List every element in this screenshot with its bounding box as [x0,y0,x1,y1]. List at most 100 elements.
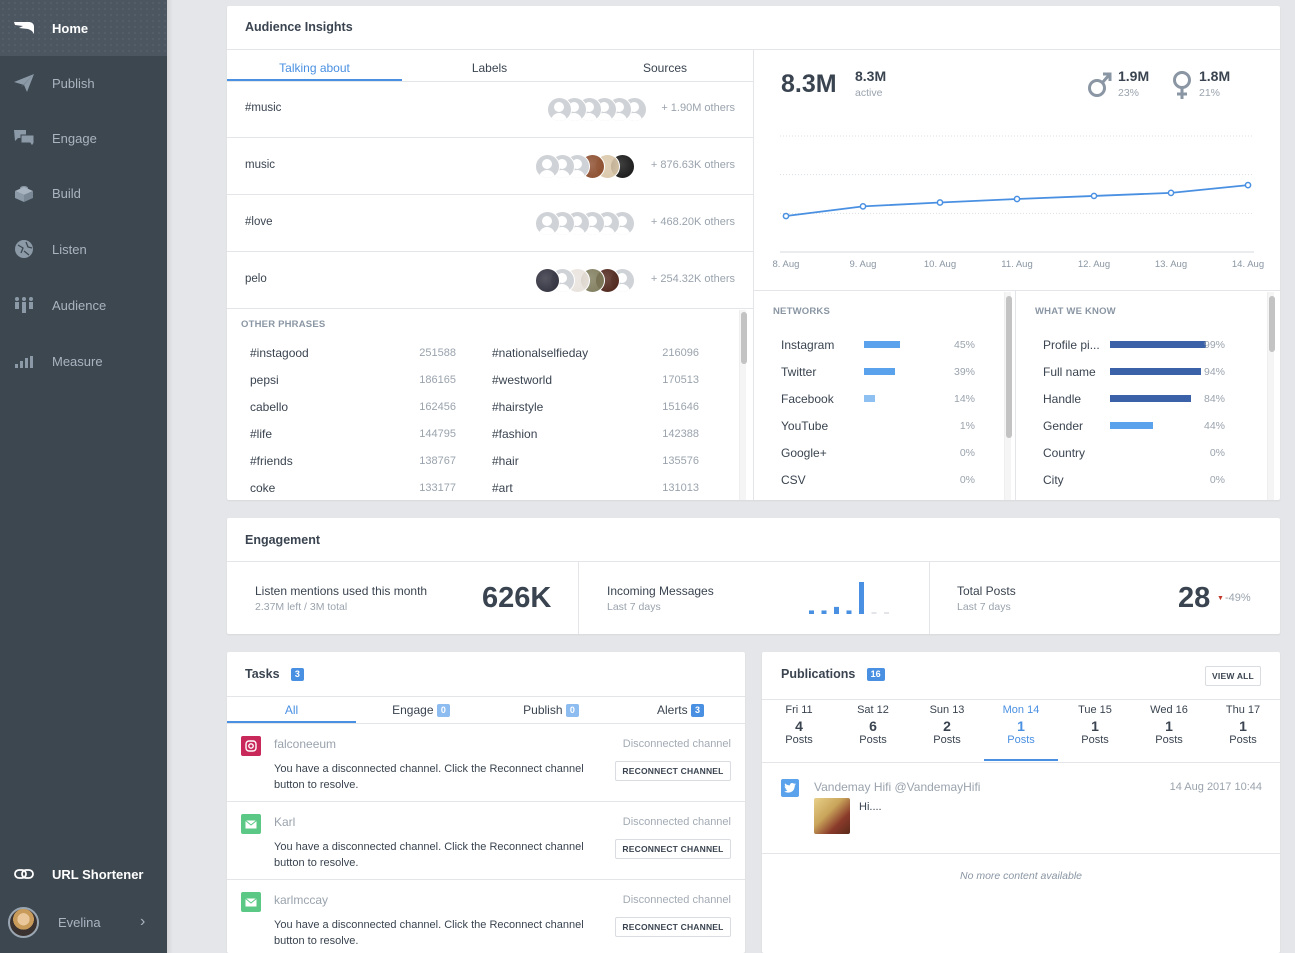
day-tab[interactable]: Wed 16 1 Posts [1132,704,1206,746]
task-item: falconeeum Disconnected channel You have a… [227,724,745,802]
day-post-count: 1 [1017,718,1025,734]
task-item: Karl Disconnected channel You have a disco… [227,802,745,880]
wing-logo-icon [12,16,36,40]
sidebar-item-measure[interactable]: Measure [0,333,167,389]
view-all-button[interactable]: VIEW ALL [1205,666,1261,686]
phrase-term[interactable]: #nationalselfieday [492,346,588,360]
phrase-term[interactable]: #hair [492,454,519,468]
reconnect-channel-button[interactable]: RECONNECT CHANNEL [615,761,731,781]
task-status: Disconnected channel [622,816,731,828]
email-icon [241,892,261,912]
term-label: #music [245,102,282,114]
reconnect-channel-button[interactable]: RECONNECT CHANNEL [615,917,731,937]
section-title: WHAT WE KNOW [1035,306,1116,317]
total-posts-label: Total Posts [957,584,1016,598]
avatar-stack [535,268,636,293]
data-point[interactable] [1013,195,1021,203]
publications-card: Publications 16 VIEW ALL Fri 11 4 Posts Sat… [762,652,1280,953]
phrase-term[interactable]: pepsi [250,373,279,387]
what-we-know-list: Profile pi... 99% Full name 94% Handle 84% Gen… [1016,332,1261,500]
divider [578,561,579,634]
sidebar-item-build[interactable]: Build [0,165,167,221]
day-posts-label: Posts [1081,734,1109,746]
lego-brick-icon [12,181,36,205]
tab-alerts[interactable]: Alerts 3 [616,703,745,718]
phrase-term[interactable]: #fashion [492,427,537,441]
phrase-term[interactable]: #life [250,427,272,441]
data-point[interactable] [936,199,944,206]
publications-count-badge: 16 [866,668,885,682]
day-tab[interactable]: Sun 13 2 Posts [910,704,984,746]
day-name: Wed 16 [1150,704,1188,716]
tab-engage[interactable]: Engage 0 [356,703,486,718]
day-tab[interactable]: Tue 15 1 Posts [1058,704,1132,746]
tab-talking-about[interactable]: Talking about [227,61,402,75]
phrase-term[interactable]: #instagood [250,346,309,360]
tasks-count-badge: 3 [290,668,304,682]
sidebar-item-publish[interactable]: Publish [0,55,167,111]
day-tab[interactable]: Fri 11 4 Posts [762,704,836,746]
talking-about-row[interactable]: music + 876.63K others [227,138,753,195]
tasks-card: Tasks 3 All Engage 0 Publish 0 Alerts 3 … [227,652,745,953]
networks-scrollbar[interactable] [1004,292,1012,500]
tab-sources[interactable]: Sources [577,61,753,75]
scrollbar-thumb[interactable] [1006,296,1012,438]
x-tick-label: 13. Aug [1155,259,1187,270]
phrase-term[interactable]: coke [250,481,275,495]
bar-label: Twitter [781,365,817,379]
other-phrases-scrollbar[interactable] [739,310,747,500]
data-point[interactable] [1167,189,1175,197]
tab-publish[interactable]: Publish 0 [486,703,616,718]
tab-labels[interactable]: Labels [402,61,577,75]
listen-mentions-sub: 2.37M left / 3M total [255,601,348,613]
instagram-icon [241,736,261,756]
sidebar-item-audience[interactable]: Audience [0,277,167,333]
bar-percent: 0% [1209,474,1225,486]
phrase-term[interactable]: #friends [250,454,293,468]
divider [762,853,1280,854]
data-point[interactable] [1090,192,1098,200]
bar-percent: 0% [1209,447,1225,459]
what-we-know-scrollbar[interactable] [1267,292,1275,500]
day-tab[interactable]: Mon 14 1 Posts [984,704,1058,746]
talking-about-row[interactable]: #music + 1.90M others [227,81,753,138]
day-name: Thu 17 [1225,704,1261,716]
scrollbar-thumb[interactable] [741,312,747,364]
data-point[interactable] [782,212,790,220]
globe-icon [12,237,36,261]
user-menu[interactable]: Evelina › [0,894,167,950]
phrase-term[interactable]: cabello [250,400,288,414]
bar-label: CSV [781,473,806,487]
post-author[interactable]: Vandemay Hifi @VandemayHifi [814,780,980,794]
sidebar-item-engage[interactable]: Engage [0,110,167,166]
talking-about-row[interactable]: #love + 468.20K others [227,195,753,252]
task-channel-name[interactable]: falconeeum [274,737,336,751]
divider [227,561,1280,562]
day-tab[interactable]: Thu 17 1 Posts [1206,704,1280,746]
avatar[interactable] [546,97,572,122]
day-name: Tue 15 [1078,704,1112,716]
task-channel-name[interactable]: Karl [274,815,295,829]
talking-about-row[interactable]: pelo + 254.32K others [227,252,753,309]
avatar-stack [535,154,636,179]
bar-percent: 84% [1203,393,1225,405]
day-tab[interactable]: Sat 12 6 Posts [836,704,910,746]
phrase-term[interactable]: #westworld [492,373,552,387]
post-thumbnail[interactable] [814,798,850,834]
reconnect-channel-button[interactable]: RECONNECT CHANNEL [615,839,731,859]
sidebar-item-listen[interactable]: Listen [0,221,167,277]
task-channel-name[interactable]: karlmccay [274,893,328,907]
sidebar-item-home[interactable]: Home [0,0,167,56]
tab-all[interactable]: All [227,703,356,717]
phrase-count: 138767 [419,455,456,467]
bar [834,606,839,614]
bar-percent: 99% [1203,339,1225,351]
data-point[interactable] [859,203,867,210]
phrase-count: 151646 [662,401,699,413]
phrase-term[interactable]: #art [492,481,513,495]
scrollbar-thumb[interactable] [1269,296,1275,352]
data-point[interactable] [1244,181,1252,189]
phrase-term[interactable]: #hairstyle [492,400,543,414]
bar-percent: 94% [1203,366,1225,378]
day-name: Sat 12 [857,704,889,716]
